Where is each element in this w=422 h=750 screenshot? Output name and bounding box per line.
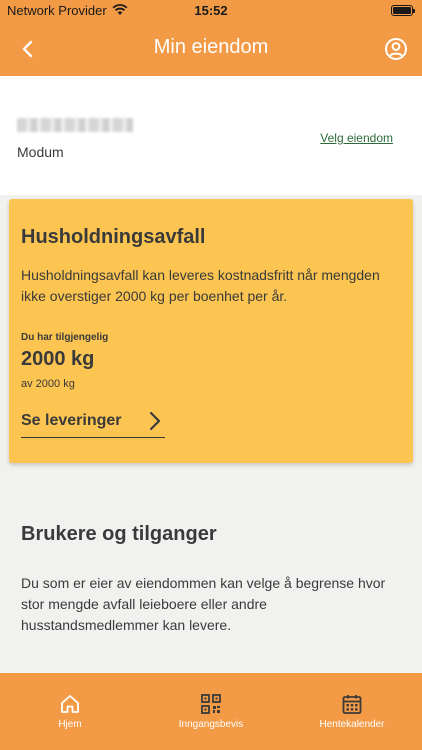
available-total: av 2000 kg (21, 378, 75, 390)
user-circle-icon (385, 38, 407, 60)
home-icon (61, 695, 79, 713)
tab-pickup-calendar[interactable]: Hentekalender (282, 673, 422, 750)
chevron-right-icon (149, 411, 161, 431)
property-section: Modum Velg eiendom (0, 76, 422, 195)
app-header: Min eiendom (0, 22, 422, 76)
tab-home-label: Hjem (58, 719, 82, 730)
qr-code-icon (201, 694, 221, 714)
choose-property-link[interactable]: Velg eiendom (320, 131, 393, 145)
tab-bar: Hjem Inngangsbevis Hentekalender (0, 673, 422, 750)
status-bar: Network Provider 15:52 (0, 0, 422, 22)
access-title: Brukere og tilganger (21, 523, 217, 545)
access-description: Du som er eier av eiendommen kan velge å… (21, 575, 386, 633)
see-deliveries-button[interactable]: Se leveringer (21, 407, 165, 438)
tab-home[interactable]: Hjem (0, 673, 140, 750)
status-time: 15:52 (194, 3, 228, 18)
battery-icon (391, 5, 415, 16)
see-deliveries-label: Se leveringer (21, 412, 122, 429)
users-access-card: Brukere og tilganger Du som er eier av e… (9, 495, 413, 648)
tab-entry-pass[interactable]: Inngangsbevis (141, 673, 281, 750)
household-description: Husholdningsavfall kan leveres kostnadsf… (21, 267, 380, 304)
address-redacted (17, 118, 133, 132)
tab-entry-pass-label: Inngangsbevis (178, 719, 244, 730)
tab-pickup-calendar-label: Hentekalender (319, 719, 385, 730)
available-amount: 2000 kg (21, 348, 95, 370)
calendar-icon (342, 695, 362, 714)
municipality-label: Modum (17, 144, 64, 160)
page-title: Min eiendom (153, 36, 269, 58)
household-title: Husholdningsavfall (21, 226, 206, 248)
household-waste-card: Husholdningsavfall Husholdningsavfall ka… (9, 199, 413, 463)
available-label: Du har tilgjengelig (21, 332, 109, 343)
profile-button[interactable] (382, 35, 410, 63)
